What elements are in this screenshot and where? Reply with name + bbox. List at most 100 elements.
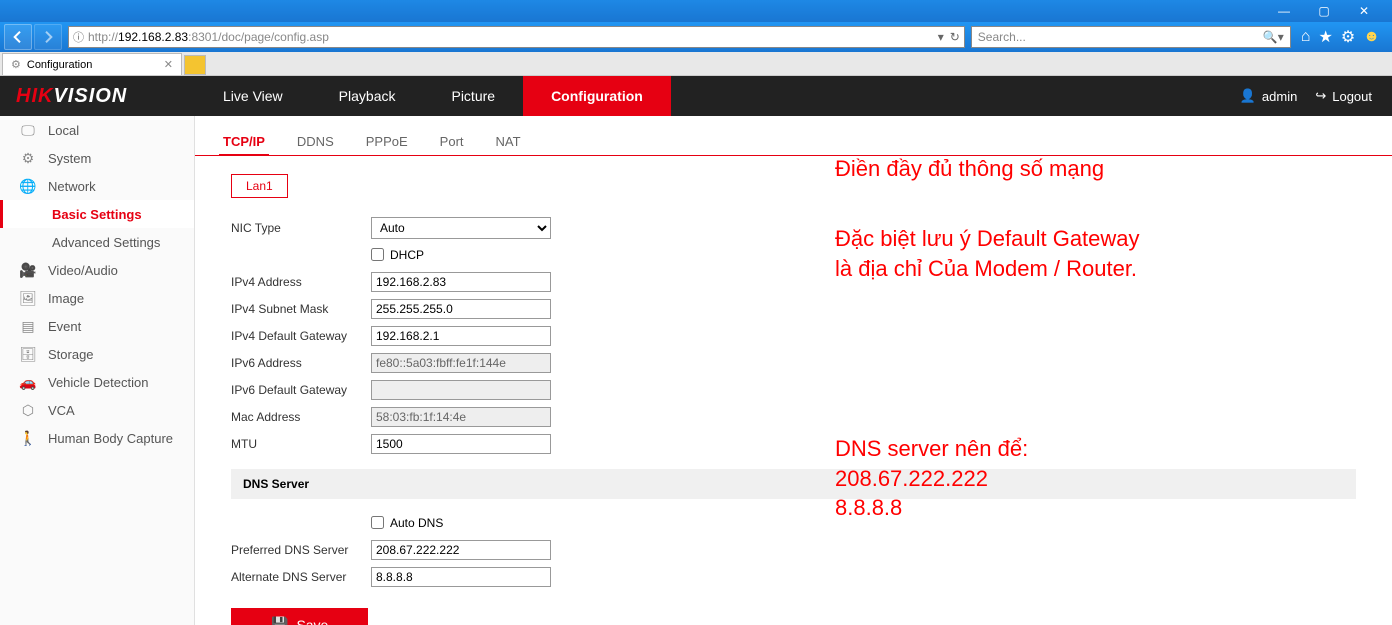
browser-forward-button[interactable] [34,24,62,50]
smiley-icon[interactable]: ☻ [1363,28,1380,46]
subtab-port[interactable]: Port [436,128,468,155]
browser-toolbar: ⓘ http://192.168.2.83:8301/doc/page/conf… [0,22,1392,52]
sidebar-label: VCA [48,403,75,418]
new-tab-button[interactable] [184,55,206,75]
browser-search-bar[interactable]: Search... 🔍▾ [971,26,1291,48]
globe-icon: 🌐 [20,178,36,194]
home-icon[interactable]: ⌂ [1301,28,1311,46]
sidebar-item-video-audio[interactable]: 🎥 Video/Audio [0,256,194,284]
main-nav: Live View Playback Picture Configuration [195,76,671,116]
nav-picture[interactable]: Picture [423,76,523,116]
browser-url-bar[interactable]: ⓘ http://192.168.2.83:8301/doc/page/conf… [68,26,965,48]
sidebar-item-storage[interactable]: 🗄 Storage [0,340,194,368]
sidebar-subitem-basic-settings[interactable]: Basic Settings [0,200,194,228]
app-body: 🖵 Local ⚙ System 🌐 Network Basic Setting… [0,116,1392,625]
ipv4-gw-label: IPv4 Default Gateway [231,329,371,343]
vehicle-icon: 🚗 [20,374,36,390]
sidebar-item-local[interactable]: 🖵 Local [0,116,194,144]
favorites-icon[interactable]: ★ [1318,27,1332,47]
tab-title: Configuration [27,59,92,71]
sub-tabs: TCP/IP DDNS PPPoE Port NAT [195,116,1392,156]
human-icon: 🚶 [20,430,36,446]
mac-label: Mac Address [231,410,371,424]
sidebar-label: Network [48,179,96,194]
sidebar-item-vehicle-detection[interactable]: 🚗 Vehicle Detection [0,368,194,396]
sidebar-sublabel: Advanced Settings [52,235,160,250]
ipv4-addr-input[interactable] [371,272,551,292]
sidebar-subitem-advanced-settings[interactable]: Advanced Settings [0,228,194,256]
content-area: TCP/IP DDNS PPPoE Port NAT Lan1 NIC Type… [195,116,1392,625]
save-icon: 💾 [271,616,288,625]
auto-dns-checkbox[interactable] [371,516,384,529]
sidebar-item-vca[interactable]: ⬡ VCA [0,396,194,424]
annotation-2: Đặc biệt lưu ý Default Gateway là địa ch… [835,224,1140,283]
auto-dns-label: Auto DNS [390,516,443,530]
window-close-button[interactable]: ✕ [1344,0,1384,22]
url-rest: :8301/doc/page/config.asp [188,30,329,44]
logo-vision: VISION [53,85,127,107]
logout-icon: ↪ [1315,88,1326,104]
window-maximize-button[interactable]: ▢ [1304,0,1344,22]
ipv4-mask-input[interactable] [371,299,551,319]
event-icon: ▤ [20,318,36,334]
nic-type-select[interactable]: Auto [371,217,551,239]
dns-section-header: DNS Server [231,469,1356,499]
browser-action-icons: ⌂ ★ ⚙ ☻ [1293,27,1388,47]
browser-tab-configuration[interactable]: ⚙ Configuration ✕ [2,53,182,75]
sidebar-item-event[interactable]: ▤ Event [0,312,194,340]
sidebar-item-network[interactable]: 🌐 Network [0,172,194,200]
lan-tab[interactable]: Lan1 [231,174,288,198]
refresh-icon[interactable]: ↻ [950,30,960,44]
logout-label: Logout [1332,89,1372,104]
sidebar-item-image[interactable]: 🖼 Image [0,284,194,312]
sidebar-label: Video/Audio [48,263,118,278]
user-name: admin [1262,89,1297,104]
subtab-tcpip[interactable]: TCP/IP [219,128,269,155]
subtab-ddns[interactable]: DDNS [293,128,338,155]
sidebar-item-system[interactable]: ⚙ System [0,144,194,172]
ipv4-gw-input[interactable] [371,326,551,346]
sidebar-item-human-body[interactable]: 🚶 Human Body Capture [0,424,194,452]
subtab-nat[interactable]: NAT [492,128,525,155]
alt-dns-input[interactable] [371,567,551,587]
nav-live-view[interactable]: Live View [195,76,311,116]
dhcp-checkbox[interactable] [371,248,384,261]
sidebar-label: System [48,151,91,166]
form-area: Lan1 NIC Type Auto DHCP IPv4 Address IPv… [195,156,1392,625]
alt-dns-label: Alternate DNS Server [231,570,371,584]
vca-icon: ⬡ [20,402,36,418]
monitor-icon: 🖵 [20,122,36,138]
sidebar: 🖵 Local ⚙ System 🌐 Network Basic Setting… [0,116,195,625]
window-minimize-button[interactable]: — [1264,0,1304,22]
ipv4-addr-label: IPv4 Address [231,275,371,289]
user-icon: 👤 [1240,88,1256,104]
mtu-input[interactable] [371,434,551,454]
ipv6-addr-input [371,353,551,373]
gear-icon[interactable]: ⚙ [1341,27,1355,47]
search-icon[interactable]: 🔍▾ [1263,30,1284,44]
info-icon: ⓘ [73,29,84,45]
ipv6-gw-label: IPv6 Default Gateway [231,383,371,397]
camera-icon: 🎥 [20,262,36,278]
sidebar-label: Human Body Capture [48,431,173,446]
annotation-1: Điền đầy đủ thông số mạng [835,154,1104,184]
storage-icon: 🗄 [20,346,36,362]
nav-configuration[interactable]: Configuration [523,76,671,116]
ipv6-gw-input [371,380,551,400]
browser-back-button[interactable] [4,24,32,50]
mtu-label: MTU [231,437,371,451]
header-user[interactable]: 👤 admin [1240,88,1298,104]
nav-playback[interactable]: Playback [311,76,424,116]
logout-button[interactable]: ↪ Logout [1315,88,1372,104]
save-label: Save [296,617,328,625]
pref-dns-input[interactable] [371,540,551,560]
dhcp-label: DHCP [390,248,424,262]
browser-titlebar: — ▢ ✕ [0,0,1392,22]
sidebar-label: Local [48,123,79,138]
sidebar-sublabel: Basic Settings [52,207,142,222]
save-button[interactable]: 💾 Save [231,608,368,625]
search-placeholder: Search... [978,30,1026,44]
tab-close-button[interactable]: ✕ [164,58,173,71]
dropdown-icon[interactable]: ▾ [938,30,944,44]
subtab-pppoe[interactable]: PPPoE [362,128,412,155]
